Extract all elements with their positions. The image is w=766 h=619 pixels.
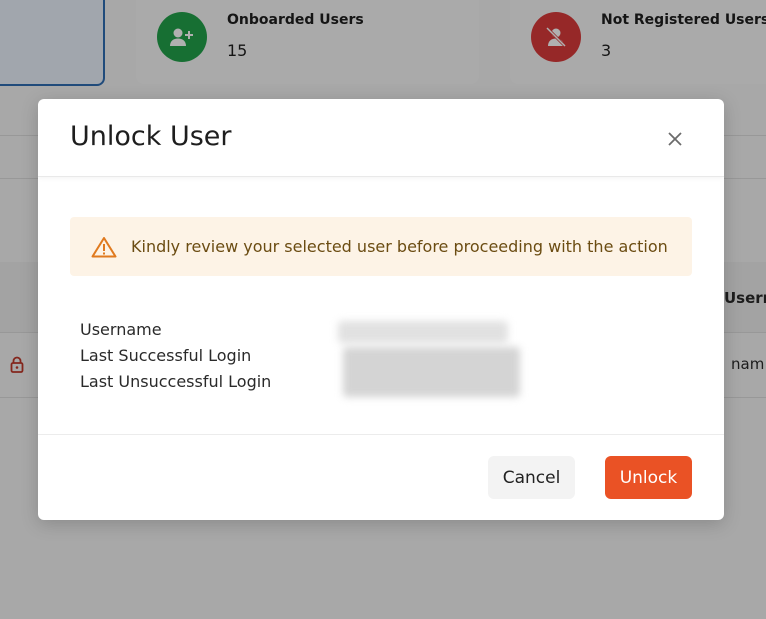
login-values-redacted	[343, 347, 520, 397]
user-details: Username Last Successful Login Last Unsu…	[80, 319, 271, 397]
warning-icon	[91, 236, 117, 258]
unlock-user-dialog: Unlock User Kindly review your selected …	[38, 99, 724, 520]
last-successful-login-label: Last Successful Login	[80, 346, 252, 365]
unlock-button[interactable]: Unlock	[605, 456, 692, 499]
username-value-redacted	[338, 321, 508, 343]
dialog-header: Unlock User	[38, 99, 724, 177]
dialog-title: Unlock User	[70, 121, 232, 152]
dialog-footer: Cancel Unlock	[38, 434, 724, 520]
close-icon	[668, 132, 682, 146]
cancel-button[interactable]: Cancel	[488, 456, 575, 499]
warning-alert: Kindly review your selected user before …	[70, 217, 692, 276]
warning-message: Kindly review your selected user before …	[131, 237, 668, 256]
close-button[interactable]	[664, 128, 686, 150]
last-unsuccessful-login-label: Last Unsuccessful Login	[80, 372, 272, 391]
username-label: Username	[80, 320, 162, 339]
